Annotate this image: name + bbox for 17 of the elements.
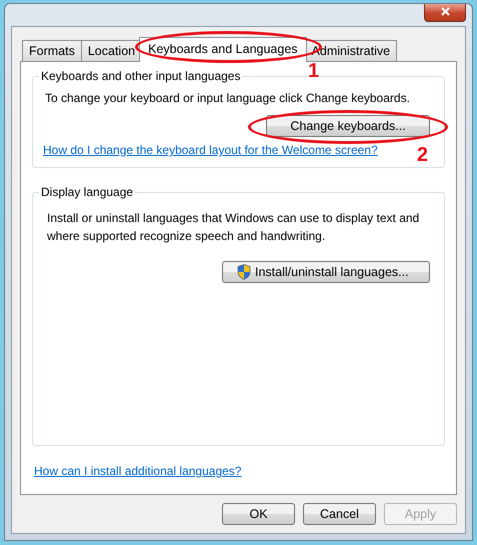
dialog-button[interactable]: OK [222, 503, 295, 525]
group-title: Keyboards and other input languages [39, 68, 242, 84]
close-icon [440, 7, 450, 16]
description-text: To change your keyboard or input language click Change keyboards. [44, 90, 411, 107]
tab[interactable]: Keyboards and Languages [139, 37, 307, 62]
annotation-number: 2 [416, 145, 428, 165]
close-button[interactable] [424, 4, 466, 22]
welcome-screen-link[interactable]: How do I change the keyboard layout for the Welcome screen? [43, 141, 378, 159]
shield-icon [237, 264, 251, 280]
annotation-number: 1 [308, 61, 320, 81]
description-text: Install or uninstall languages that Windows can use to display text and where supported recognize speech and handwriting. [46, 210, 420, 245]
install-languages-link[interactable]: How can I install additional languages? [34, 464, 242, 478]
dialog-button[interactable]: Cancel [303, 503, 376, 525]
install-languages-button[interactable]: Install/uninstall languages... [222, 261, 430, 283]
change-keyboards-button[interactable]: Change keyboards... [266, 115, 430, 137]
group-title: Display language [39, 184, 136, 200]
tab[interactable]: Formats [22, 40, 82, 61]
